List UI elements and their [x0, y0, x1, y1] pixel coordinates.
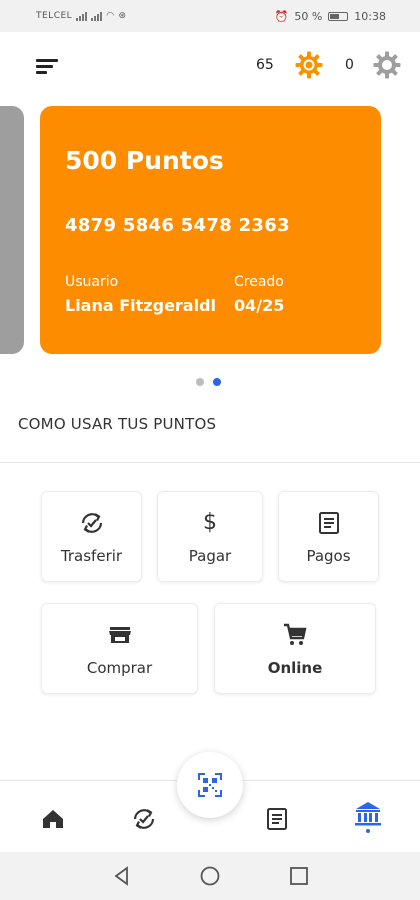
previous-card[interactable] [0, 106, 24, 354]
dollar-icon: $ [203, 510, 217, 535]
online-button[interactable]: Online [214, 603, 376, 694]
status-left: TELCEL ◠ ⊛ [36, 11, 127, 21]
alarm-icon: ⏰ [274, 9, 289, 23]
carousel-dot[interactable] [196, 378, 204, 386]
buy-label: Comprar [86, 659, 153, 677]
online-label: Online [267, 659, 323, 677]
payments-button[interactable]: Pagos [278, 491, 379, 582]
notification-counter: 0 [345, 57, 354, 73]
refresh-check-icon [81, 513, 102, 533]
transfer-button[interactable]: Trasferir [41, 491, 142, 582]
shopping-cart-icon [284, 623, 307, 645]
home-icon[interactable] [33, 799, 73, 839]
card-user-name: Liana Fitzgeraldl [65, 296, 217, 315]
points-card[interactable]: 500 Puntos 4879 5846 5478 2363 Usuario L… [40, 106, 381, 354]
back-icon[interactable] [110, 864, 134, 888]
signal-icon [76, 11, 88, 21]
qr-scan-button[interactable] [177, 752, 243, 818]
card-points: 500 Puntos [65, 146, 224, 175]
receipt-icon[interactable] [257, 799, 297, 839]
buy-button[interactable]: Comprar [41, 603, 198, 694]
payments-label: Pagos [306, 547, 351, 565]
card-created-label: Creado [234, 274, 284, 290]
nfc-icon: ⊛ [118, 11, 127, 21]
points-counter: 65 [256, 57, 274, 73]
wifi-icon: ◠ [106, 11, 115, 21]
card-number: 4879 5846 5478 2363 [65, 215, 290, 236]
recents-square-icon[interactable] [287, 864, 311, 888]
store-icon [108, 627, 131, 643]
bank-icon[interactable] [348, 795, 388, 835]
refresh-check-icon[interactable] [124, 799, 164, 839]
carrier-name: TELCEL [36, 11, 73, 21]
sort-menu-icon[interactable] [36, 56, 60, 76]
carousel-dot-active[interactable] [213, 378, 221, 386]
carousel-indicator [196, 378, 221, 386]
top-bar: 65 0 [0, 32, 420, 100]
clock: 10:38 [354, 9, 386, 23]
sun-gear-icon[interactable] [294, 50, 324, 80]
battery-icon [328, 11, 349, 21]
divider [0, 462, 420, 463]
qr-scan-icon [198, 773, 222, 797]
system-nav-bar [0, 852, 420, 900]
status-bar: TELCEL ◠ ⊛ ⏰ 50 % 10:38 [0, 0, 420, 32]
settings-gear-icon[interactable] [372, 50, 402, 80]
pay-label: Pagar [188, 547, 232, 565]
transfer-label: Trasferir [60, 547, 123, 565]
home-circle-icon[interactable] [198, 864, 222, 888]
battery-percent: 50 % [294, 9, 323, 23]
pay-button[interactable]: $ Pagar [157, 491, 263, 582]
status-right: ⏰ 50 % 10:38 [275, 10, 386, 23]
card-created-date: 04/25 [234, 296, 285, 315]
receipt-icon [318, 512, 339, 534]
signal-icon-2 [91, 11, 103, 21]
card-user-label: Usuario [65, 274, 119, 290]
section-title: COMO USAR TUS PUNTOS [18, 415, 217, 433]
